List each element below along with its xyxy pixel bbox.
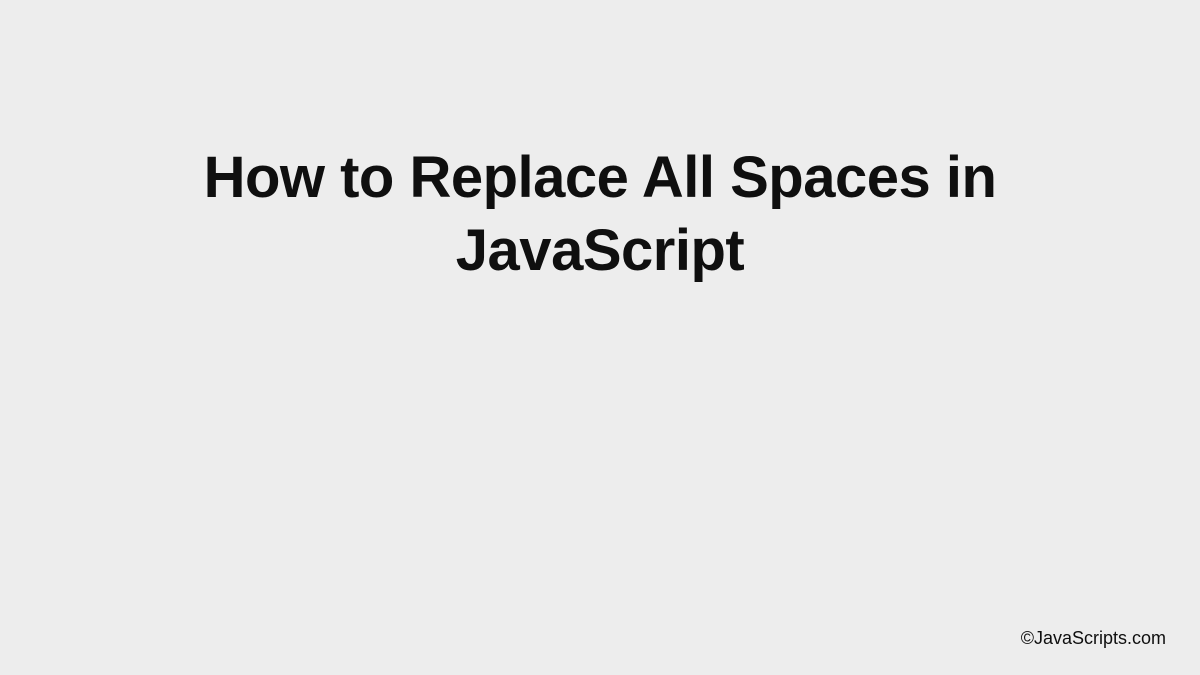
page-title: How to Replace All Spaces in JavaScript (0, 142, 1200, 287)
attribution-text: ©JavaScripts.com (1021, 628, 1166, 649)
